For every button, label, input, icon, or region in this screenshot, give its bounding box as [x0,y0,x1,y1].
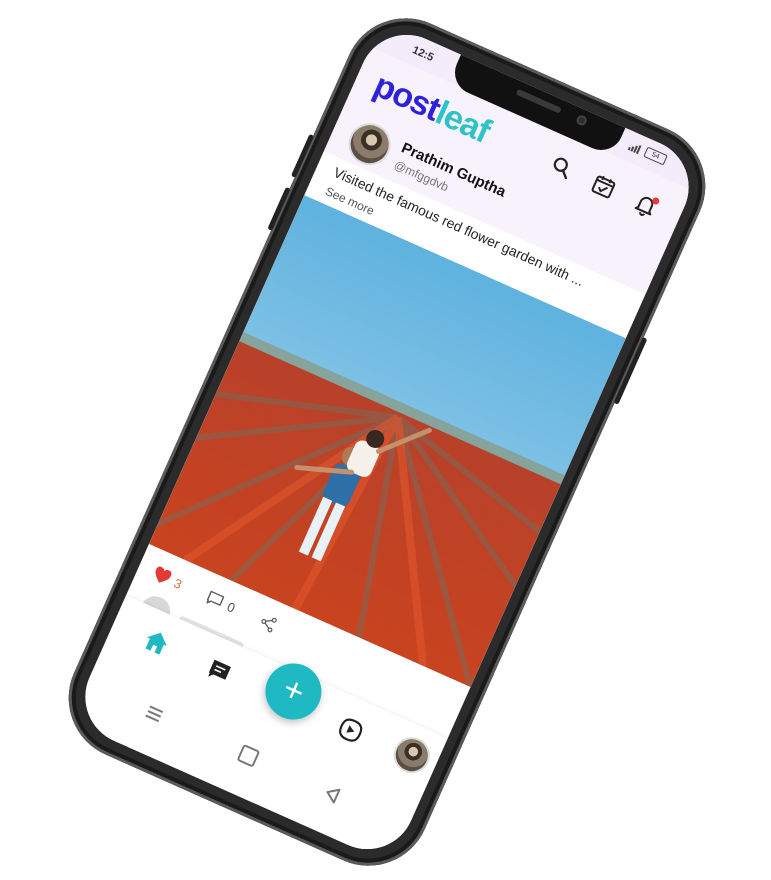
bell-icon[interactable] [630,189,662,221]
profile-avatar[interactable] [388,731,436,779]
signal-icon [627,140,642,154]
status-time: 12:5 [410,44,436,65]
comment-count: 0 [224,598,238,616]
phone-screen: 12:5 54 postleaf Prathim Guptha @mfggdvb… [70,19,704,865]
share-icon [261,618,278,633]
like-button[interactable]: 3 [151,565,185,592]
recent-apps-icon[interactable] [142,704,164,728]
phone-device: 12:5 54 postleaf Prathim Guptha @mfggdvb… [48,0,726,880]
chat-icon[interactable] [201,656,235,692]
calendar-check-icon[interactable] [588,170,620,202]
scene: 12:5 54 postleaf Prathim Guptha @mfggdvb… [0,0,771,880]
front-camera [575,113,589,127]
back-icon[interactable] [320,784,341,809]
heart-icon [155,566,172,583]
share-button[interactable] [257,612,281,636]
author-avatar[interactable] [341,116,398,172]
search-icon[interactable] [546,152,578,184]
battery-indicator: 54 [643,146,668,166]
play-icon[interactable] [333,714,367,750]
home-button-icon[interactable] [236,743,261,768]
home-icon[interactable] [138,625,174,662]
status-icons: 54 [627,140,668,166]
like-count: 3 [171,574,185,592]
comment-icon [206,590,225,606]
comment-button[interactable]: 0 [203,588,238,617]
